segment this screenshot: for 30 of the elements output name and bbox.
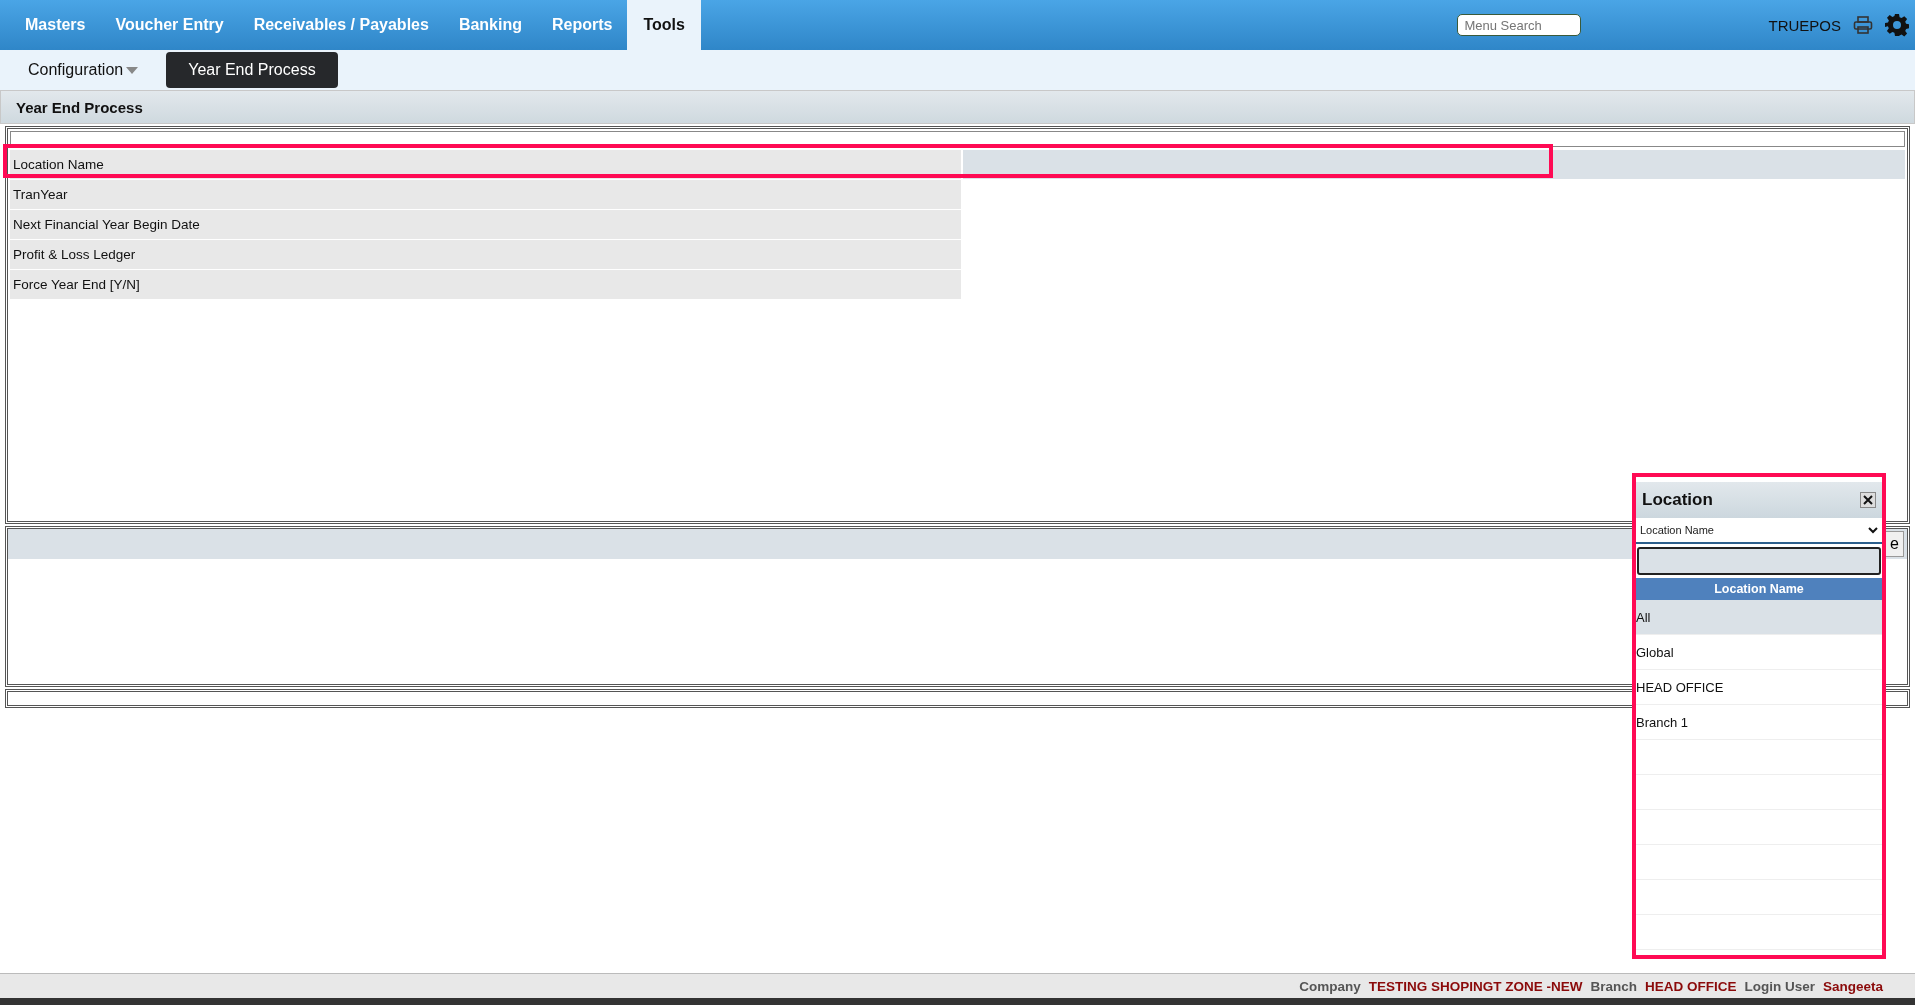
- status-value: Sangeeta: [1822, 978, 1883, 994]
- settings-icon[interactable]: [1885, 13, 1909, 37]
- printer-icon[interactable]: [1853, 16, 1873, 34]
- menu-search-field[interactable]: Menu Search: [1457, 14, 1582, 36]
- panel-title: Year End Process: [0, 90, 1915, 124]
- menu-tab[interactable]: Tools: [627, 0, 701, 50]
- field-label: Force Year End [Y/N]: [10, 270, 961, 299]
- status-value: TESTING SHOPINGT ZONE -NEW: [1368, 978, 1583, 994]
- chevron-icon: [1868, 526, 1878, 534]
- field-value[interactable]: [963, 150, 1905, 179]
- status-label: Branch: [1590, 978, 1637, 994]
- list-item[interactable]: Branch 1: [1636, 705, 1882, 740]
- list-item[interactable]: All: [1636, 600, 1882, 635]
- list-item[interactable]: Global: [1636, 635, 1882, 670]
- column-header: Location Name: [1636, 578, 1882, 600]
- app-name: TRUEPOS: [1768, 16, 1841, 34]
- list-item[interactable]: HEAD OFFICE: [1636, 670, 1882, 705]
- status-label: Company: [1299, 978, 1361, 994]
- status-label: Login User: [1744, 978, 1815, 994]
- dropdown-menu[interactable]: Configuration: [18, 52, 149, 88]
- filter-dropdown[interactable]: Location Name: [1636, 518, 1882, 544]
- field-label: Profit & Loss Ledger: [10, 240, 961, 269]
- status-value: HEAD OFFICE: [1644, 978, 1737, 994]
- menu-button[interactable]: Year End Process: [166, 52, 338, 88]
- field-label: TranYear: [10, 180, 961, 209]
- search-field[interactable]: [1637, 547, 1881, 575]
- caret-icon: [126, 66, 139, 74]
- close-icon[interactable]: [1860, 492, 1876, 508]
- field-label: Next Financial Year Begin Date: [10, 210, 961, 239]
- popup-title: Location: [1642, 490, 1713, 510]
